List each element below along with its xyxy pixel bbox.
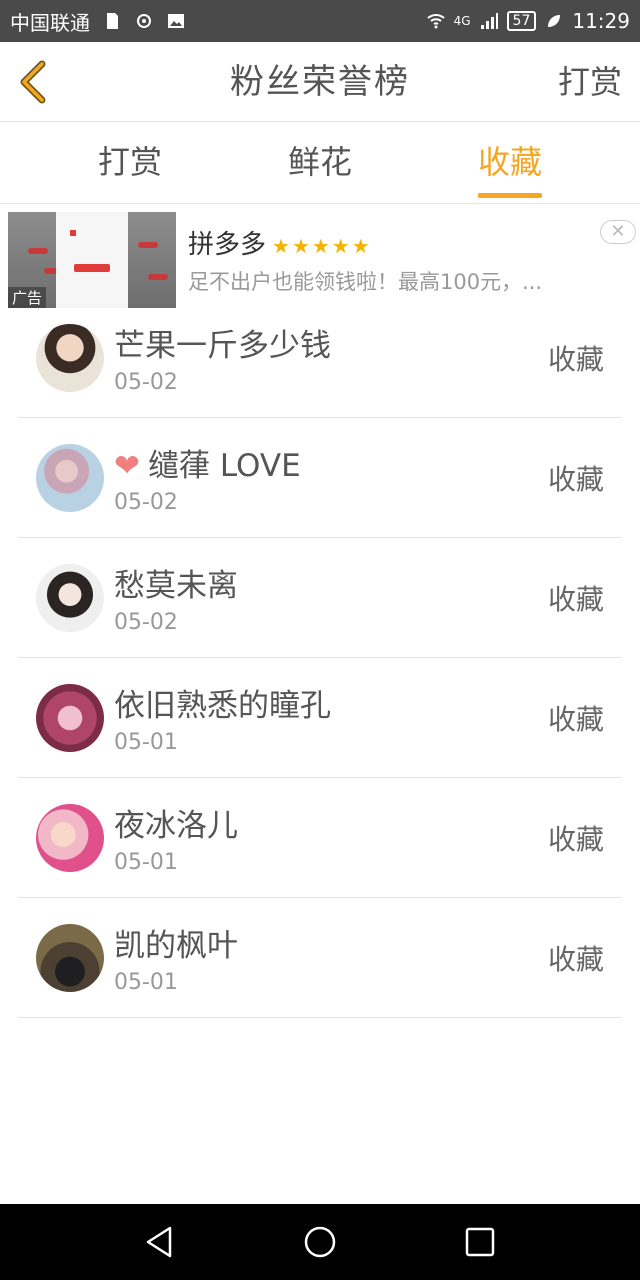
list-item[interactable]: 愁莫未离 05-02 收藏	[18, 538, 622, 658]
signal-icon	[480, 13, 498, 29]
item-date: 05-02	[114, 490, 178, 515]
reward-button[interactable]: 打赏	[558, 42, 622, 122]
image-icon	[168, 14, 184, 28]
list-item[interactable]: 夜冰洛儿 05-01 收藏	[18, 778, 622, 898]
item-type-label: 收藏	[547, 583, 604, 616]
avatar[interactable]	[36, 324, 104, 392]
clock: 11:29	[572, 9, 630, 33]
user-name: 夜冰洛儿	[114, 808, 238, 844]
item-date: 05-01	[114, 850, 178, 875]
ad-image: 广告	[8, 212, 176, 308]
user-name-text: 缱葎 LOVE	[147, 448, 301, 484]
heart-icon: ❤	[114, 448, 140, 484]
list-item[interactable]: 凯的枫叶 05-01 收藏	[18, 898, 622, 1018]
wifi-icon	[426, 14, 445, 29]
user-name: 凯的枫叶	[114, 928, 238, 964]
avatar[interactable]	[36, 444, 104, 512]
user-name: 芒果一斤多少钱	[114, 328, 331, 364]
page-title: 粉丝荣誉榜	[230, 62, 410, 102]
item-type-label: 收藏	[547, 703, 604, 736]
list-item[interactable]: ❤ 缱葎 LOVE 05-02 收藏	[18, 418, 622, 538]
nav-back-icon[interactable]	[140, 1222, 180, 1262]
notification-icon	[137, 14, 151, 28]
favorites-list: 芒果一斤多少钱 05-02 收藏 ❤ 缱葎 LOVE 05-02 收藏 愁莫未离 …	[18, 298, 622, 1018]
ad-title: 拼多多 ★★★★★	[188, 224, 372, 261]
ad-description: 足不出户也能领钱啦！最高100元，...	[188, 270, 543, 294]
sd-card-icon	[107, 13, 118, 29]
item-type-label: 收藏	[547, 943, 604, 976]
rating-stars: ★★★★★	[272, 234, 372, 258]
user-name: 依旧熟悉的瞳孔	[114, 688, 331, 724]
active-tab-indicator	[478, 193, 543, 198]
carrier-label: 中国联通	[10, 10, 90, 35]
avatar[interactable]	[36, 804, 104, 872]
avatar[interactable]	[36, 564, 104, 632]
user-name: ❤ 缱葎 LOVE	[114, 440, 301, 485]
tab-flowers[interactable]: 鲜花	[288, 122, 352, 204]
tab-favorites-label: 收藏	[478, 143, 543, 181]
item-date: 05-01	[114, 730, 178, 755]
status-bar: 中国联通 4G 57 11:29	[0, 0, 640, 42]
list-item[interactable]: 依旧熟悉的瞳孔 05-01 收藏	[18, 658, 622, 778]
tab-flowers-label: 鲜花	[288, 143, 353, 181]
ad-title-text: 拼多多	[188, 230, 267, 260]
nav-recents-icon[interactable]	[460, 1222, 500, 1262]
item-date: 05-02	[114, 610, 178, 635]
battery-indicator: 57	[506, 11, 537, 31]
tab-bar: 打赏 鲜花 收藏	[0, 122, 640, 204]
item-date: 05-01	[114, 970, 178, 995]
app-header: 粉丝荣誉榜 打赏	[0, 42, 640, 122]
avatar[interactable]	[36, 924, 104, 992]
list-item[interactable]: 芒果一斤多少钱 05-02 收藏	[18, 298, 622, 418]
nav-home-icon[interactable]	[300, 1222, 340, 1262]
tab-reward-label: 打赏	[98, 143, 163, 181]
avatar[interactable]	[36, 684, 104, 752]
item-date: 05-02	[114, 370, 178, 395]
user-name: 愁莫未离	[114, 568, 238, 604]
tab-reward[interactable]: 打赏	[98, 122, 162, 204]
system-navigation-bar	[0, 1204, 640, 1280]
tab-favorites[interactable]: 收藏	[478, 122, 543, 204]
item-type-label: 收藏	[547, 823, 604, 856]
leaf-icon	[548, 15, 561, 27]
item-type-label: 收藏	[547, 463, 604, 496]
close-icon[interactable]: ✕	[600, 220, 636, 244]
ad-banner[interactable]: 广告 拼多多 ★★★★★ 足不出户也能领钱啦！最高100元，... ✕	[0, 204, 640, 308]
network-type-label: 4G	[453, 14, 471, 28]
item-type-label: 收藏	[547, 343, 604, 376]
